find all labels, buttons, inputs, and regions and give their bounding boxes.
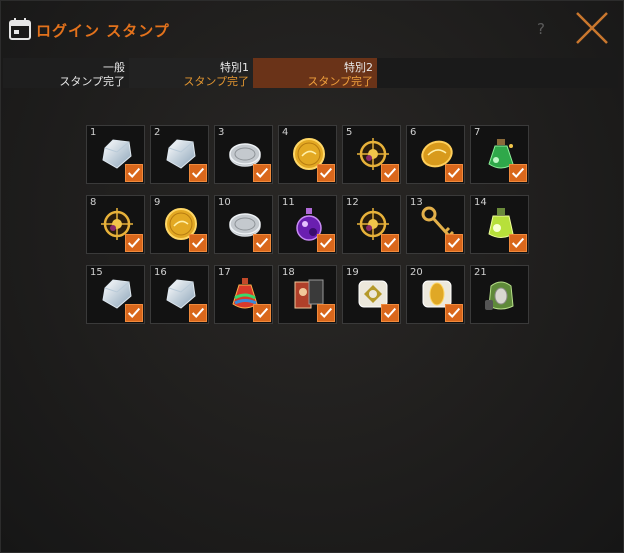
stamp-slot[interactable]: 5	[342, 125, 401, 184]
stamp-check-icon	[317, 164, 335, 182]
stamp-day-number: 2	[154, 127, 161, 138]
stamp-check-icon	[445, 304, 463, 322]
stamp-slot[interactable]: 20	[406, 265, 465, 324]
stamp-slot[interactable]: 8	[86, 195, 145, 254]
stone-bag-icon	[485, 281, 514, 310]
stamp-slot[interactable]: 19	[342, 265, 401, 324]
stamp-slot[interactable]: 10	[214, 195, 273, 254]
stamp-check-icon	[253, 234, 271, 252]
tab-special-1[interactable]: 特別1 スタンプ完了	[129, 58, 253, 88]
stamp-check-icon	[317, 234, 335, 252]
stamp-slot[interactable]: 13	[406, 195, 465, 254]
stamp-slot[interactable]: 16	[150, 265, 209, 324]
stamp-slot[interactable]: 6	[406, 125, 465, 184]
stamp-check-icon	[381, 234, 399, 252]
title-bar: ログイン スタンプ ?	[0, 0, 624, 52]
stamp-day-number: 9	[154, 197, 161, 208]
stamp-slot[interactable]: 4	[278, 125, 337, 184]
stamp-check-icon	[125, 304, 143, 322]
stamp-slot[interactable]: 3	[214, 125, 273, 184]
stamp-day-number: 7	[474, 127, 481, 138]
tab-status: スタンプ完了	[59, 75, 125, 88]
stamp-slot[interactable]: 21	[470, 265, 529, 324]
stamp-check-icon	[509, 164, 527, 182]
close-icon[interactable]	[572, 8, 612, 48]
stamp-check-icon	[445, 164, 463, 182]
stamp-grid: 1 2 3 4 5 6 7 8 9 10 11 12 13 14 15 16 17 18 19 20 21	[86, 125, 534, 328]
calendar-icon	[9, 18, 31, 40]
stamp-tabs: 一般 スタンプ完了 特別1 スタンプ完了 特別2 スタンプ完了	[3, 58, 618, 88]
window-title: ログイン スタンプ	[36, 22, 170, 40]
stamp-slot[interactable]: 1	[86, 125, 145, 184]
stamp-check-icon	[381, 164, 399, 182]
stamp-check-icon	[125, 234, 143, 252]
stamp-check-icon	[317, 304, 335, 322]
stamp-check-icon	[509, 234, 527, 252]
stamp-day-number: 6	[410, 127, 417, 138]
login-stamp-window: ログイン スタンプ ? 一般 スタンプ完了 特別1 スタンプ完了 特別2 スタン…	[0, 0, 624, 553]
stamp-check-icon	[189, 234, 207, 252]
stamp-slot[interactable]: 11	[278, 195, 337, 254]
stamp-check-icon	[381, 304, 399, 322]
stamp-check-icon	[125, 164, 143, 182]
stamp-day-number: 8	[90, 197, 97, 208]
tab-special-2[interactable]: 特別2 スタンプ完了	[253, 58, 377, 88]
stamp-day-number: 5	[346, 127, 353, 138]
stamp-slot[interactable]: 17	[214, 265, 273, 324]
stamp-slot[interactable]: 14	[470, 195, 529, 254]
help-icon[interactable]: ?	[537, 20, 545, 38]
stamp-slot[interactable]: 18	[278, 265, 337, 324]
stamp-check-icon	[445, 234, 463, 252]
stamp-check-icon	[253, 304, 271, 322]
stamp-slot[interactable]: 15	[86, 265, 145, 324]
stamp-slot[interactable]: 12	[342, 195, 401, 254]
stamp-slot[interactable]: 2	[150, 125, 209, 184]
stamp-check-icon	[189, 164, 207, 182]
tab-status: スタンプ完了	[183, 75, 249, 88]
stamp-slot[interactable]: 7	[470, 125, 529, 184]
stamp-slot[interactable]: 9	[150, 195, 209, 254]
stamp-check-icon	[189, 304, 207, 322]
stamp-day-number: 4	[282, 127, 289, 138]
stamp-day-number: 1	[90, 127, 97, 138]
tab-general[interactable]: 一般 スタンプ完了	[3, 58, 129, 88]
tab-status: スタンプ完了	[307, 75, 373, 88]
stamp-day-number: 3	[218, 127, 225, 138]
stamp-check-icon	[253, 164, 271, 182]
